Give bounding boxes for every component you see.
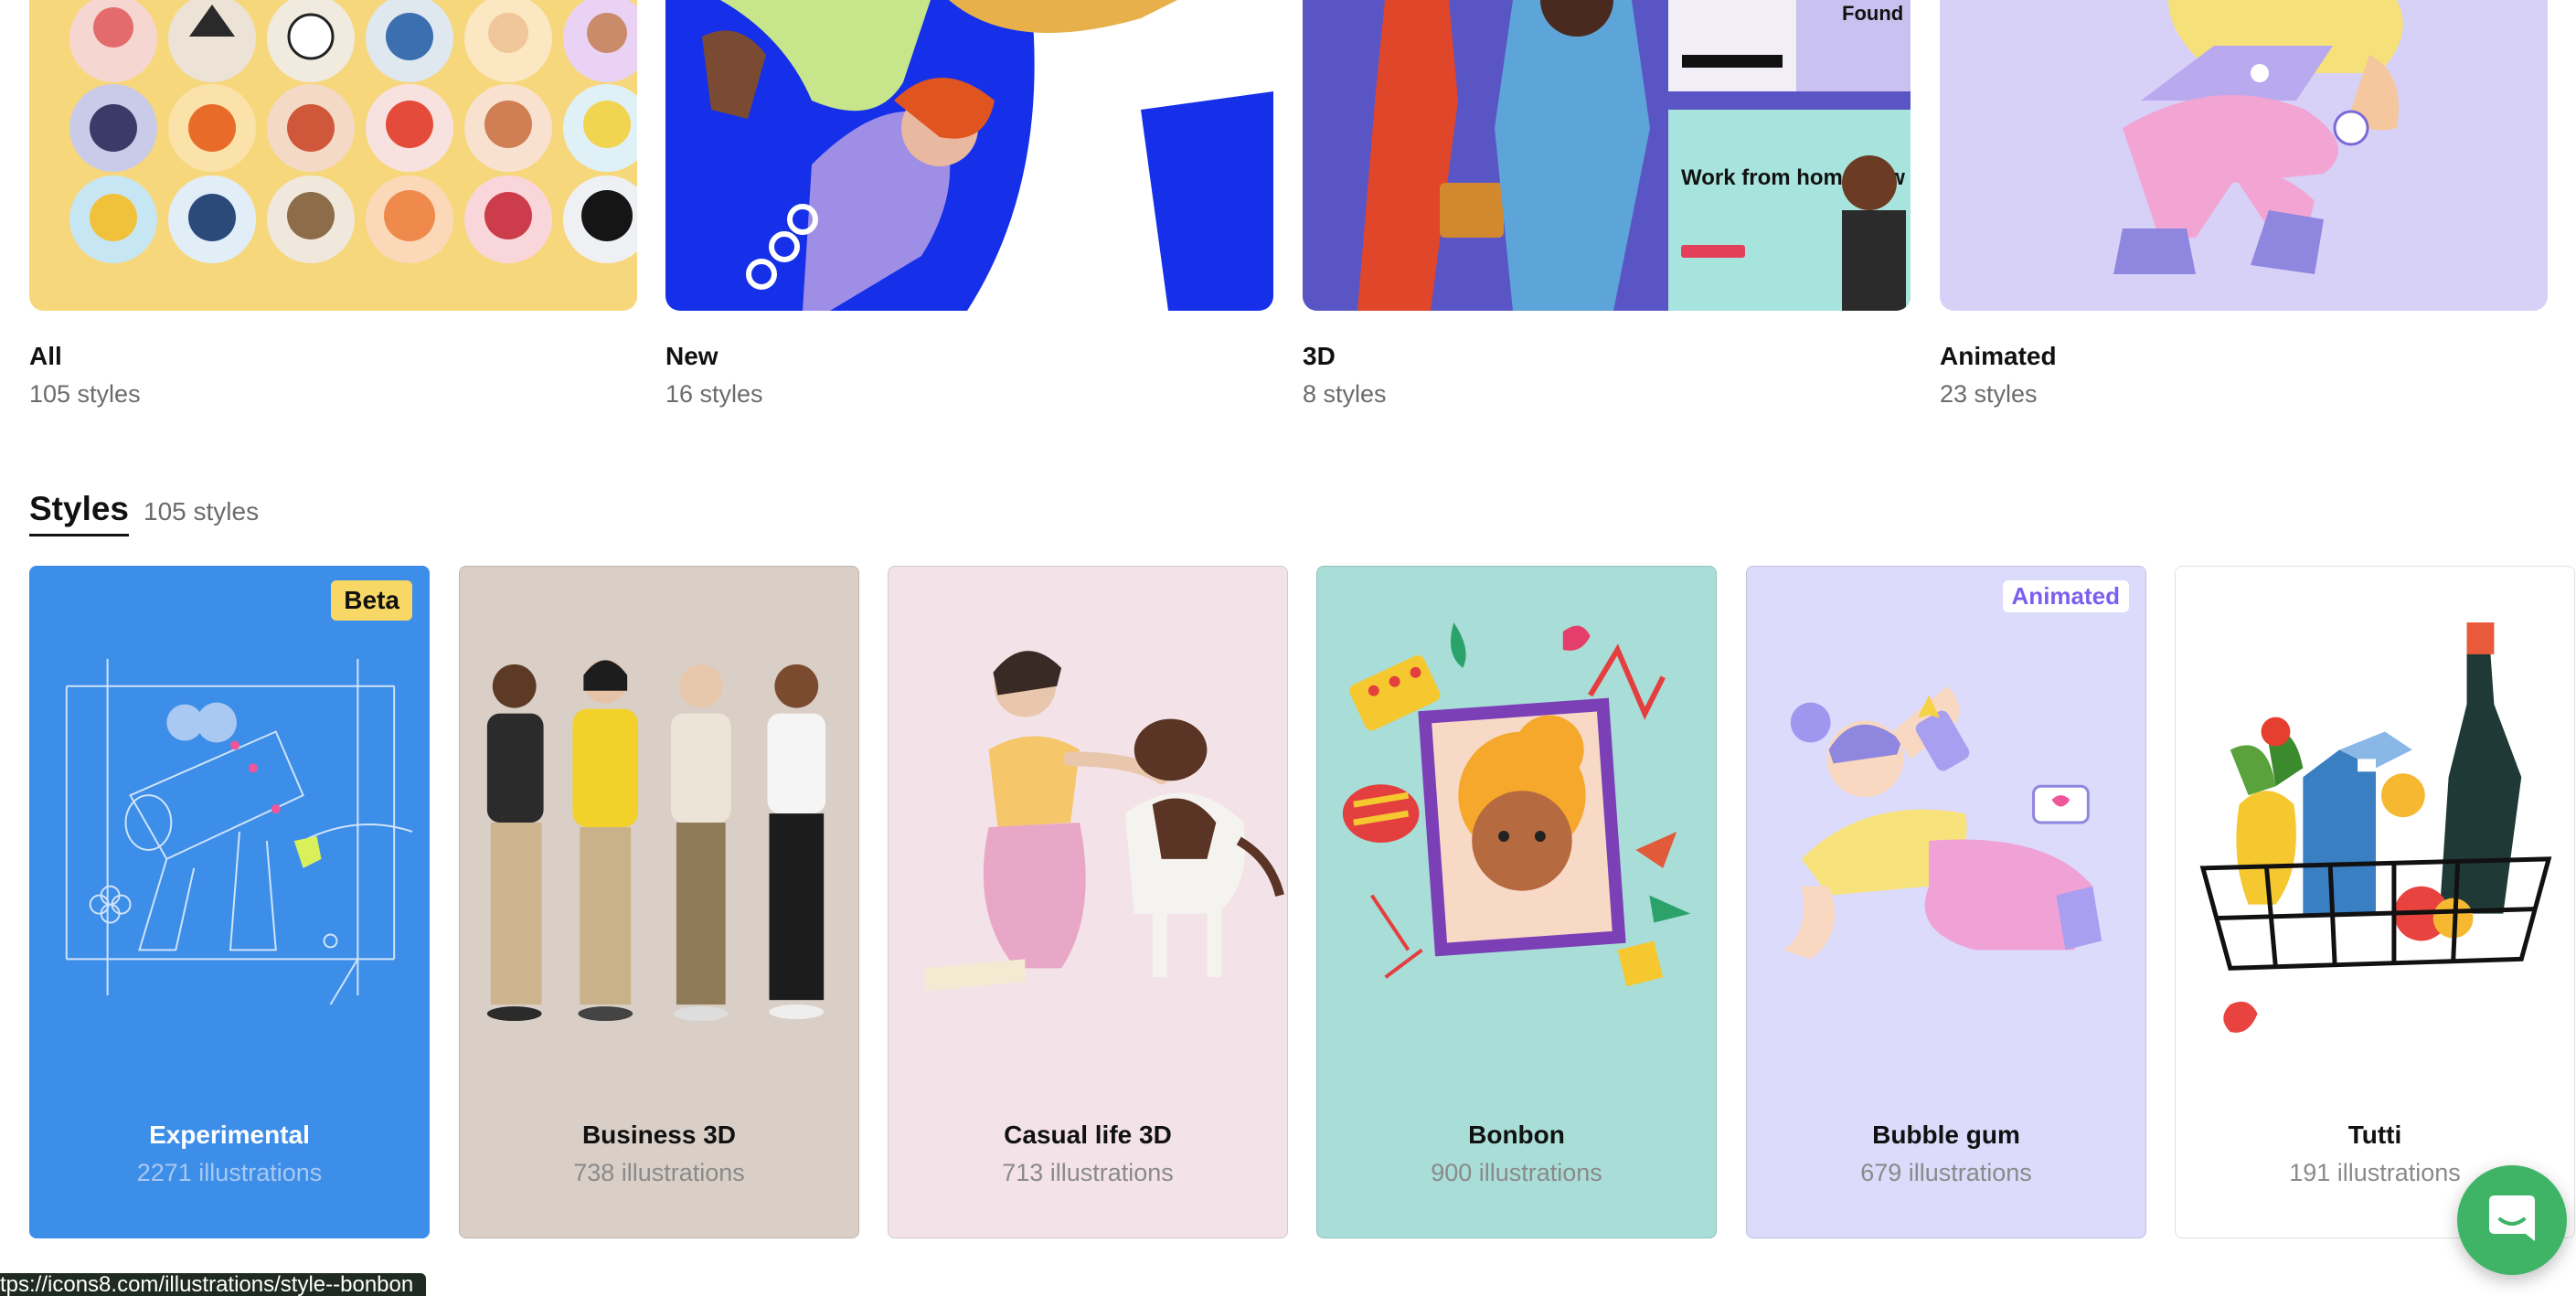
style-card-count: 713 illustrations [1002,1159,1174,1186]
styles-count: 105 styles [144,497,260,526]
category-count: 16 styles [665,380,763,408]
style-card-bonbon[interactable]: Bonbon 900 illustrations [1316,566,1717,1238]
new-illustration-image [665,0,1273,311]
category-count: 23 styles [1940,380,2038,408]
beta-badge: Beta [331,580,412,621]
chat-icon [2484,1190,2540,1251]
bonbon-style-image [1317,567,1716,1097]
style-card-title: Business 3D [581,1121,737,1149]
category-name[interactable]: 3D [1303,342,1336,371]
style-card-title: Casual life 3D [1004,1121,1172,1149]
animated-illustration-image [1940,0,2548,311]
category-count: 105 styles [29,380,141,408]
category-thumbnail-animated[interactable] [1940,0,2548,311]
business-3d-style-image [460,567,858,1097]
chat-launcher-button[interactable] [2457,1165,2567,1275]
style-card-business-3d[interactable]: Business 3D 738 illustrations [459,566,859,1238]
style-card-title: Bonbon [1468,1121,1565,1149]
style-card-count: 2271 illustrations [136,1159,323,1186]
style-card-title: Experimental [149,1121,310,1149]
category-card-animated[interactable]: Animated 23 styles [1940,0,2548,408]
style-card-casual-life-3d[interactable]: Casual life 3D 713 illustrations [888,566,1288,1238]
styles-tab[interactable]: Styles [29,490,130,536]
styles-section-header: Styles 105 styles [29,490,259,536]
thumb-found-text: Found [1842,2,1903,25]
style-card-count: 738 illustrations [573,1159,745,1186]
tutti-style-image [2176,567,2574,1097]
category-thumbnail-all[interactable] [29,0,637,311]
category-card-3d[interactable]: Found Work from home now 3D 8 styles [1303,0,1911,408]
style-card-count: 679 illustrations [1860,1159,2032,1186]
category-thumbnail-3d[interactable]: Found Work from home now [1303,0,1911,311]
category-count: 8 styles [1303,380,1387,408]
category-card-new[interactable]: New 16 styles [665,0,1273,408]
style-card-title: Tutti [2347,1121,2402,1149]
category-name[interactable]: Animated [1940,342,2057,371]
style-card-title: Bubble gum [1872,1121,2020,1149]
category-name[interactable]: New [665,342,719,371]
style-card-count: 900 illustrations [1431,1159,1602,1186]
avatars-collage-image [29,0,637,311]
3d-illustration-image: Found Work from home now [1303,0,1911,311]
casual-life-3d-style-image [889,567,1287,1097]
category-name[interactable]: All [29,342,62,371]
category-thumbnail-new[interactable] [665,0,1273,311]
bubble-gum-style-image [1747,567,2145,1097]
style-card-bubble-gum[interactable]: Animated Bubble gum 679 illustrations [1746,566,2146,1238]
experimental-style-image [30,567,429,1097]
style-card-tutti[interactable]: Tutti 191 illustrations [2175,566,2575,1238]
status-bar-url: tps://icons8.com/illustrations/style--bo… [0,1273,427,1296]
category-card-all[interactable]: All 105 styles [29,0,637,408]
style-card-experimental[interactable]: Beta Experimental 2271 illustrations [29,566,430,1238]
animated-badge: Animated [2002,580,2129,612]
